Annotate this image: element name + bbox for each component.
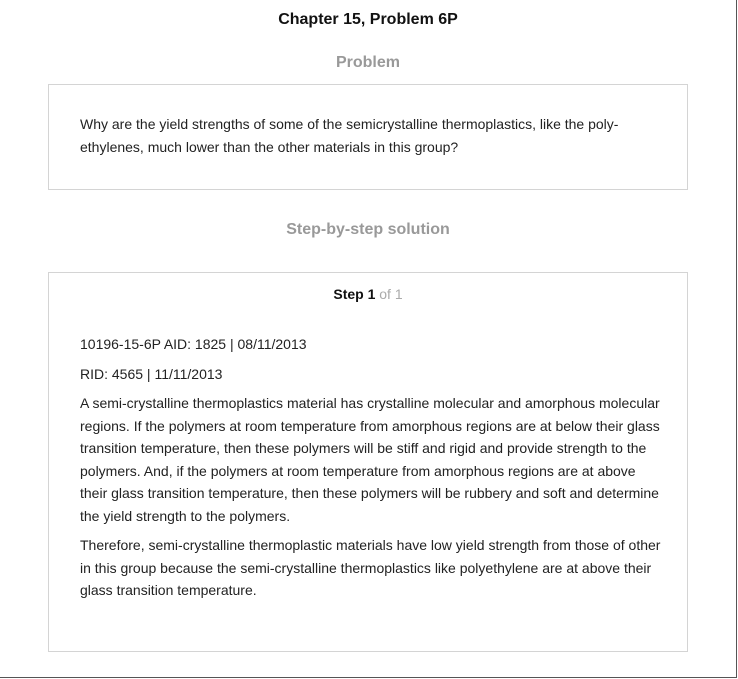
step-indicator: Step 1 of 1 <box>49 286 687 302</box>
solution-heading: Step-by-step solution <box>286 221 450 238</box>
solution-meta-aid: 10196-15-6P AID: 1825 | 08/11/2013 <box>80 336 307 352</box>
problem-card: Why are the yield strengths of some of t… <box>48 84 688 190</box>
problem-text: Why are the yield strengths of some of t… <box>80 116 619 155</box>
step-number: Step 1 <box>333 286 376 302</box>
page: Chapter 15, Problem 6P Problem Why are t… <box>0 0 737 678</box>
step-body: 10196-15-6P AID: 1825 | 08/11/2013 RID: … <box>80 333 665 609</box>
solution-card: Step 1 of 1 10196-15-6P AID: 1825 | 08/1… <box>48 272 688 652</box>
solution-paragraph: A semi-crystalline thermoplastics materi… <box>80 395 660 524</box>
solution-meta-rid: RID: 4565 | 11/11/2013 <box>80 365 223 382</box>
solution-conclusion: Therefore, semi-crystalline thermoplasti… <box>80 537 661 598</box>
problem-heading: Problem <box>335 54 400 71</box>
page-title: Chapter 15, Problem 6P <box>278 11 458 28</box>
step-total: of 1 <box>379 286 403 302</box>
